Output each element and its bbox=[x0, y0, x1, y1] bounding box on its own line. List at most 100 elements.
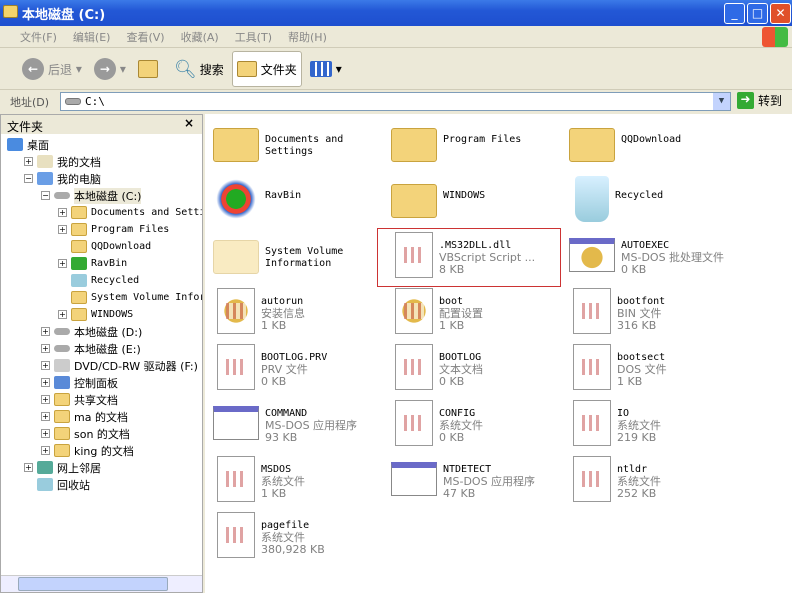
tree-item[interactable]: + 我的文档 bbox=[24, 153, 101, 170]
expand-toggle[interactable]: + bbox=[41, 361, 50, 370]
tree-item[interactable]: QQDownload bbox=[58, 238, 151, 255]
file-item[interactable]: System Volume Information bbox=[209, 230, 387, 286]
folders-pane-close-button[interactable]: × bbox=[184, 116, 194, 130]
up-folder-button[interactable] bbox=[134, 51, 166, 87]
expand-toggle[interactable]: + bbox=[24, 463, 33, 472]
tree-item-label: WINDOWS bbox=[91, 309, 134, 320]
file-item[interactable]: boot 配置设置 1 KB bbox=[387, 286, 565, 342]
file-item[interactable]: .MS32DLL.dll VBScript Script ... 8 KB bbox=[387, 230, 565, 286]
file-info: IO 系统文件 219 KB bbox=[617, 398, 661, 454]
scrollbar-thumb[interactable] bbox=[18, 577, 168, 591]
tree-item[interactable]: + DVD/CD-RW 驱动器 (F:) bbox=[41, 357, 198, 374]
tree-item[interactable]: + Program Files bbox=[58, 221, 169, 238]
menu-file[interactable]: 文件(F) bbox=[20, 29, 57, 45]
views-button[interactable]: ▾ bbox=[306, 51, 346, 87]
file-item[interactable]: CONFIG 系统文件 0 KB bbox=[387, 398, 565, 454]
back-button[interactable]: ← 后退 ▾ bbox=[18, 51, 86, 87]
file-item[interactable]: bootsect DOS 文件 1 KB bbox=[565, 342, 743, 398]
tree-item[interactable]: − 本地磁盘 (C:) bbox=[41, 187, 142, 204]
tree-item[interactable]: Recycled bbox=[58, 272, 139, 289]
menu-tools[interactable]: 工具(T) bbox=[235, 29, 272, 45]
file-item[interactable]: RavBin bbox=[209, 174, 387, 230]
file-info: NTDETECT MS-DOS 应用程序 47 KB bbox=[443, 454, 535, 510]
tree-item[interactable]: + 本地磁盘 (E:) bbox=[41, 340, 141, 357]
file-item[interactable]: Documents and Settings bbox=[209, 118, 387, 174]
forward-button[interactable]: → ▾ bbox=[90, 51, 130, 87]
collapse-toggle[interactable]: − bbox=[41, 191, 50, 200]
tree-item[interactable]: + 本地磁盘 (D:) bbox=[41, 323, 142, 340]
file-item[interactable]: Recycled bbox=[565, 174, 743, 230]
go-button[interactable]: ➜ 转到 bbox=[737, 92, 782, 109]
file-item[interactable]: Program Files bbox=[387, 118, 565, 174]
file-size: 93 KB bbox=[265, 431, 298, 444]
expand-toggle[interactable]: + bbox=[58, 225, 67, 234]
tree-item-label: king 的文档 bbox=[74, 444, 134, 458]
tree-item[interactable]: + RavBin bbox=[58, 255, 127, 272]
expand-toggle[interactable]: + bbox=[58, 208, 67, 217]
tree-item[interactable]: + Documents and Settin bbox=[58, 204, 202, 221]
folders-button[interactable]: 文件夹 bbox=[231, 51, 302, 87]
address-input[interactable]: C:\ ▼ bbox=[60, 92, 731, 111]
expand-toggle[interactable]: + bbox=[41, 344, 50, 353]
file-item[interactable]: autorun 安装信息 1 KB bbox=[209, 286, 387, 342]
expand-toggle[interactable]: + bbox=[58, 259, 67, 268]
address-dropdown[interactable]: ▼ bbox=[713, 93, 730, 110]
expand-toggle[interactable]: + bbox=[41, 412, 50, 421]
file-item[interactable]: COMMAND MS-DOS 应用程序 93 KB bbox=[209, 398, 387, 454]
tree-item[interactable]: System Volume Inform bbox=[58, 289, 202, 306]
tree-item[interactable]: + ma 的文档 bbox=[41, 408, 128, 425]
close-button[interactable]: ✕ bbox=[770, 3, 791, 24]
folders-pane-title: 文件夹 bbox=[7, 120, 44, 134]
expand-toggle[interactable]: + bbox=[41, 446, 50, 455]
views-icon bbox=[309, 61, 332, 77]
search-button[interactable]: 🔍︎ 搜索 bbox=[170, 51, 228, 87]
folders-label: 文件夹 bbox=[260, 62, 297, 77]
tree-item-label: Program Files bbox=[91, 224, 170, 235]
menu-view[interactable]: 查看(V) bbox=[126, 29, 164, 45]
file-item[interactable]: IO 系统文件 219 KB bbox=[565, 398, 743, 454]
file-name: RavBin bbox=[265, 190, 302, 201]
menu-bar: 文件(F) 编辑(E) 查看(V) 收藏(A) 工具(T) 帮助(H) bbox=[0, 26, 792, 48]
doc-icon bbox=[217, 512, 255, 558]
tree-item[interactable]: + 控制面板 bbox=[41, 374, 118, 391]
tree-item[interactable]: + 网上邻居 bbox=[24, 459, 101, 476]
tree-item[interactable]: 回收站 bbox=[24, 476, 90, 493]
expand-toggle[interactable]: + bbox=[24, 157, 33, 166]
minimize-button[interactable]: _ bbox=[724, 3, 745, 24]
file-item[interactable]: pagefile 系统文件 380,928 KB bbox=[209, 510, 387, 566]
expand-toggle[interactable]: + bbox=[41, 378, 50, 387]
file-item[interactable]: bootfont BIN 文件 316 KB bbox=[565, 286, 743, 342]
folder-drive-icon bbox=[3, 5, 18, 18]
tree-item[interactable]: + 共享文档 bbox=[41, 391, 118, 408]
tree-item[interactable]: − 我的电脑 bbox=[24, 170, 101, 187]
file-item[interactable]: BOOTLOG 文本文档 0 KB bbox=[387, 342, 565, 398]
expand-toggle[interactable]: + bbox=[41, 429, 50, 438]
file-item[interactable]: BOOTLOG.PRV PRV 文件 0 KB bbox=[209, 342, 387, 398]
file-item[interactable]: AUTOEXEC MS-DOS 批处理文件 0 KB bbox=[565, 230, 743, 286]
file-name: Program Files bbox=[443, 134, 522, 145]
file-name: Documents and Settings bbox=[265, 134, 344, 157]
computer-icon bbox=[37, 172, 53, 185]
file-size: 47 KB bbox=[443, 487, 476, 500]
bin-icon bbox=[575, 176, 609, 222]
tree-item[interactable]: + WINDOWS bbox=[58, 306, 133, 323]
file-item[interactable]: MSDOS 系统文件 1 KB bbox=[209, 454, 387, 510]
file-item[interactable]: NTDETECT MS-DOS 应用程序 47 KB bbox=[387, 454, 565, 510]
file-item[interactable]: QQDownload bbox=[565, 118, 743, 174]
expand-toggle[interactable]: + bbox=[58, 310, 67, 319]
menu-edit[interactable]: 编辑(E) bbox=[73, 29, 111, 45]
tree-item[interactable]: + son 的文档 bbox=[41, 425, 130, 442]
tree-item[interactable]: 桌面 bbox=[7, 136, 49, 153]
menu-help[interactable]: 帮助(H) bbox=[288, 29, 327, 45]
folders-pane: 文件夹 × 桌面 + 我的文档 − 我的电脑 − 本地磁盘 (C:) + Documents an… bbox=[0, 114, 203, 593]
tree-item-label: 本地磁盘 (D:) bbox=[74, 325, 143, 339]
menu-favorites[interactable]: 收藏(A) bbox=[181, 29, 219, 45]
tree-item[interactable]: + king 的文档 bbox=[41, 442, 134, 459]
expand-toggle[interactable]: + bbox=[41, 395, 50, 404]
expand-toggle[interactable]: + bbox=[41, 327, 50, 336]
horizontal-scrollbar[interactable] bbox=[1, 575, 202, 592]
file-item[interactable]: WINDOWS bbox=[387, 174, 565, 230]
maximize-button[interactable]: □ bbox=[747, 3, 768, 24]
file-item[interactable]: ntldr 系统文件 252 KB bbox=[565, 454, 743, 510]
collapse-toggle[interactable]: − bbox=[24, 174, 33, 183]
